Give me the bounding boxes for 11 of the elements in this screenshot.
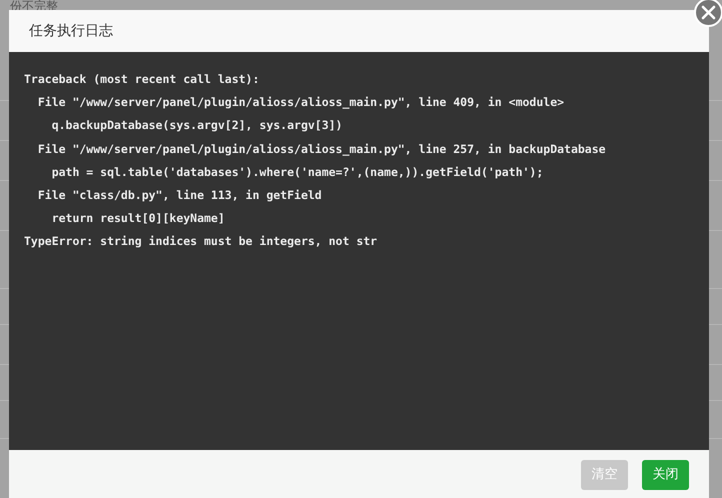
log-line: File "/www/server/panel/plugin/alioss/alioss_main.py", line 409, in <module> [36, 94, 564, 112]
dialog-title: 任务执行日志 [29, 22, 113, 40]
log-line: File "/www/server/panel/plugin/alioss/alioss_main.py", line 257, in backupDatabase [36, 140, 606, 158]
log-line: return result[0][keyName] [50, 210, 225, 228]
log-line: path = sql.table('databases').where('name=?',(name,)).getField('path'); [50, 164, 544, 181]
log-line: TypeError: string indices must be integers, not str [24, 233, 378, 250]
close-button[interactable] [694, 0, 722, 27]
log-line: File "class/db.py", line 113, in getField [36, 187, 322, 204]
close-dialog-button[interactable]: 关闭 [642, 460, 689, 490]
log-line: q.backupDatabase(sys.argv[2], sys.argv[3]) [50, 117, 342, 134]
log-line: Traceback (most recent call last): [24, 71, 260, 88]
